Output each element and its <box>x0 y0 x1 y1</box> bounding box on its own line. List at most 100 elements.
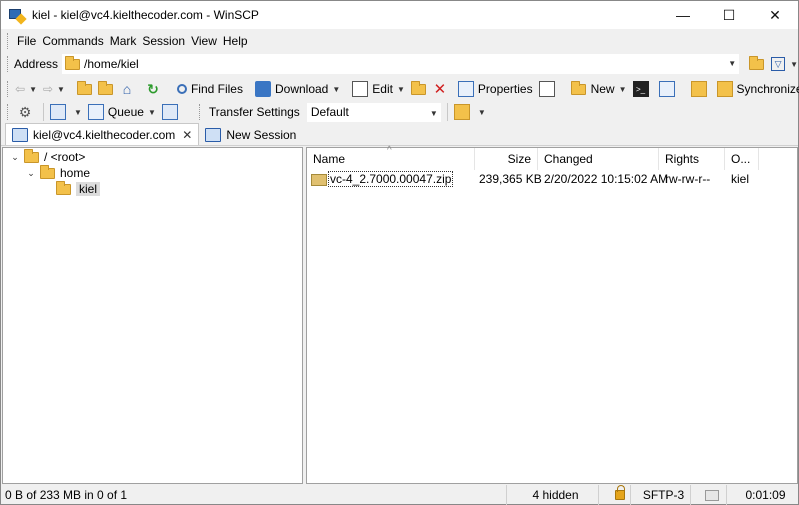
toolbar-grip[interactable] <box>7 104 10 120</box>
open-directory-button[interactable] <box>745 54 767 74</box>
menu-commands[interactable]: Commands <box>39 34 106 48</box>
network-icon <box>704 489 719 501</box>
close-button[interactable]: ✕ <box>752 1 798 29</box>
synchronize-button[interactable]: Synchronize <box>714 78 799 100</box>
forward-button[interactable]: ⇨ ▼ <box>40 78 68 100</box>
tab-label: kiel@vc4.kielthecoder.com <box>33 127 176 142</box>
layout-button[interactable]: ▼ <box>47 101 85 123</box>
search-icon <box>176 84 187 94</box>
menu-file[interactable]: File <box>14 34 39 48</box>
tree-node-home[interactable]: ⌄ home <box>25 164 90 181</box>
session-tabs: kiel@vc4.kielthecoder.com ✕ New Session <box>1 123 798 146</box>
new-button[interactable]: New ▼ <box>568 78 630 100</box>
filter-button[interactable]: ▽ <box>767 54 789 74</box>
preferences-button[interactable]: ⚙ <box>14 101 40 123</box>
network-status <box>690 485 726 505</box>
toolbar-grip[interactable] <box>7 32 10 49</box>
delete-icon: ✕ <box>433 81 447 98</box>
column-header-owner[interactable]: O... <box>725 148 759 170</box>
back-button[interactable]: ⇦ ▼ <box>12 78 40 100</box>
root-directory-button[interactable] <box>95 78 116 100</box>
maximize-button[interactable]: ☐ <box>706 1 752 29</box>
column-header-changed[interactable]: Changed <box>538 148 659 170</box>
download-icon <box>254 81 271 97</box>
separator <box>43 103 44 121</box>
minimize-button[interactable]: — <box>660 1 706 29</box>
find-files-button[interactable]: Find Files <box>174 78 246 100</box>
column-header-size[interactable]: Size <box>475 148 538 170</box>
compare-directories-button[interactable] <box>688 78 714 100</box>
queue-toggle-button[interactable] <box>159 101 185 123</box>
winscp-icon <box>9 7 27 25</box>
terminal-icon: >_ <box>632 81 649 97</box>
compare-icon <box>690 81 707 97</box>
root-folder-icon <box>97 80 113 95</box>
toolbar-grip[interactable] <box>7 56 10 72</box>
menu-help[interactable]: Help <box>220 34 251 48</box>
chevron-down-icon[interactable]: ⌄ <box>9 152 21 163</box>
find-files-label: Find Files <box>190 82 243 96</box>
tree-node-kiel[interactable]: kiel <box>41 180 101 197</box>
column-header-label: Size <box>507 152 531 166</box>
putty-button[interactable] <box>656 78 682 100</box>
menu-view[interactable]: View <box>188 34 220 48</box>
home-directory-button[interactable]: ⌂ <box>116 78 142 100</box>
chevron-down-icon: ▼ <box>396 84 405 94</box>
arrow-right-icon: ⇨ <box>42 82 54 96</box>
tree-node-root[interactable]: ⌄ / <root> <box>9 148 86 165</box>
winscp-window: kiel - kiel@vc4.kielthecoder.com - WinSC… <box>0 0 799 505</box>
zip-file-icon <box>311 173 327 186</box>
delete-button[interactable]: ✕ <box>429 78 455 100</box>
column-header-label: Changed <box>544 152 593 166</box>
table-row[interactable]: vc-4_2.7000.00047.zip 239,365 KB 2/20/20… <box>307 170 797 188</box>
chevron-down-icon[interactable]: ⌄ <box>25 168 37 179</box>
synchronize-icon <box>716 81 733 97</box>
tab-session-kiel[interactable]: kiel@vc4.kielthecoder.com ✕ <box>5 123 200 145</box>
queue-label: Queue <box>107 105 144 119</box>
address-value: /home/kiel <box>84 57 139 71</box>
chevron-down-icon[interactable]: ▼ <box>790 60 798 69</box>
menu-bar: File Commands Mark Session View Help <box>1 30 798 51</box>
move-button[interactable] <box>408 78 429 100</box>
title-bar: kiel - kiel@vc4.kielthecoder.com - WinSC… <box>1 1 798 29</box>
file-name: vc-4_2.7000.00047.zip <box>328 171 454 187</box>
rename-button[interactable] <box>536 78 562 100</box>
queue-toolbar: ⚙ ▼ Queue ▼ Transfer Settings Default ▼ ▼ <box>1 100 798 124</box>
gear-icon: ⚙ <box>18 103 32 120</box>
chevron-down-icon[interactable]: ▼ <box>728 59 736 68</box>
address-bar: Address /home/kiel ▼ ▽ ▼ <box>1 53 798 75</box>
tab-new-session[interactable]: New Session <box>199 124 302 145</box>
toolbar-grip[interactable] <box>198 104 202 120</box>
address-input[interactable]: /home/kiel ▼ <box>62 54 740 74</box>
folder-icon <box>65 55 81 70</box>
directory-tree[interactable]: ⌄ / <root> ⌄ home kiel <box>2 147 303 484</box>
hidden-files-status[interactable]: 4 hidden <box>506 485 598 505</box>
file-rights: rw-rw-r-- <box>665 172 711 186</box>
transfer-settings-select[interactable]: Default ▼ <box>306 102 441 122</box>
queue-button[interactable]: Queue ▼ <box>85 101 159 123</box>
synchronize-label: Synchronize <box>736 82 799 96</box>
file-owner: kiel <box>731 172 750 186</box>
tree-node-label: / <root> <box>44 150 86 164</box>
parent-directory-button[interactable] <box>74 78 95 100</box>
close-icon[interactable]: ✕ <box>182 128 192 142</box>
column-header-name[interactable]: Name <box>307 148 475 170</box>
toolbar-grip[interactable] <box>7 81 8 97</box>
properties-button[interactable]: Properties <box>455 78 536 100</box>
download-button[interactable]: Download ▼ <box>252 78 343 100</box>
chevron-down-icon: ▼ <box>147 107 156 117</box>
file-list[interactable]: ^ Name Size Changed Rights O... vc-4_2.7… <box>306 145 798 484</box>
menu-mark[interactable]: Mark <box>107 34 140 48</box>
menu-session[interactable]: Session <box>139 34 188 48</box>
column-header-rights[interactable]: Rights <box>659 148 725 170</box>
queue-icon <box>87 104 104 120</box>
rename-icon <box>538 81 555 97</box>
transfer-options-icon <box>453 104 470 120</box>
transfer-options-button[interactable]: ▼ <box>451 101 489 123</box>
edit-button[interactable]: Edit ▼ <box>349 78 408 100</box>
chevron-down-icon: ▼ <box>74 107 82 117</box>
terminal-button[interactable]: >_ <box>630 78 656 100</box>
refresh-button[interactable]: ↻ <box>142 78 168 100</box>
home-icon: ⌂ <box>122 81 132 97</box>
layout-icon <box>50 104 66 120</box>
